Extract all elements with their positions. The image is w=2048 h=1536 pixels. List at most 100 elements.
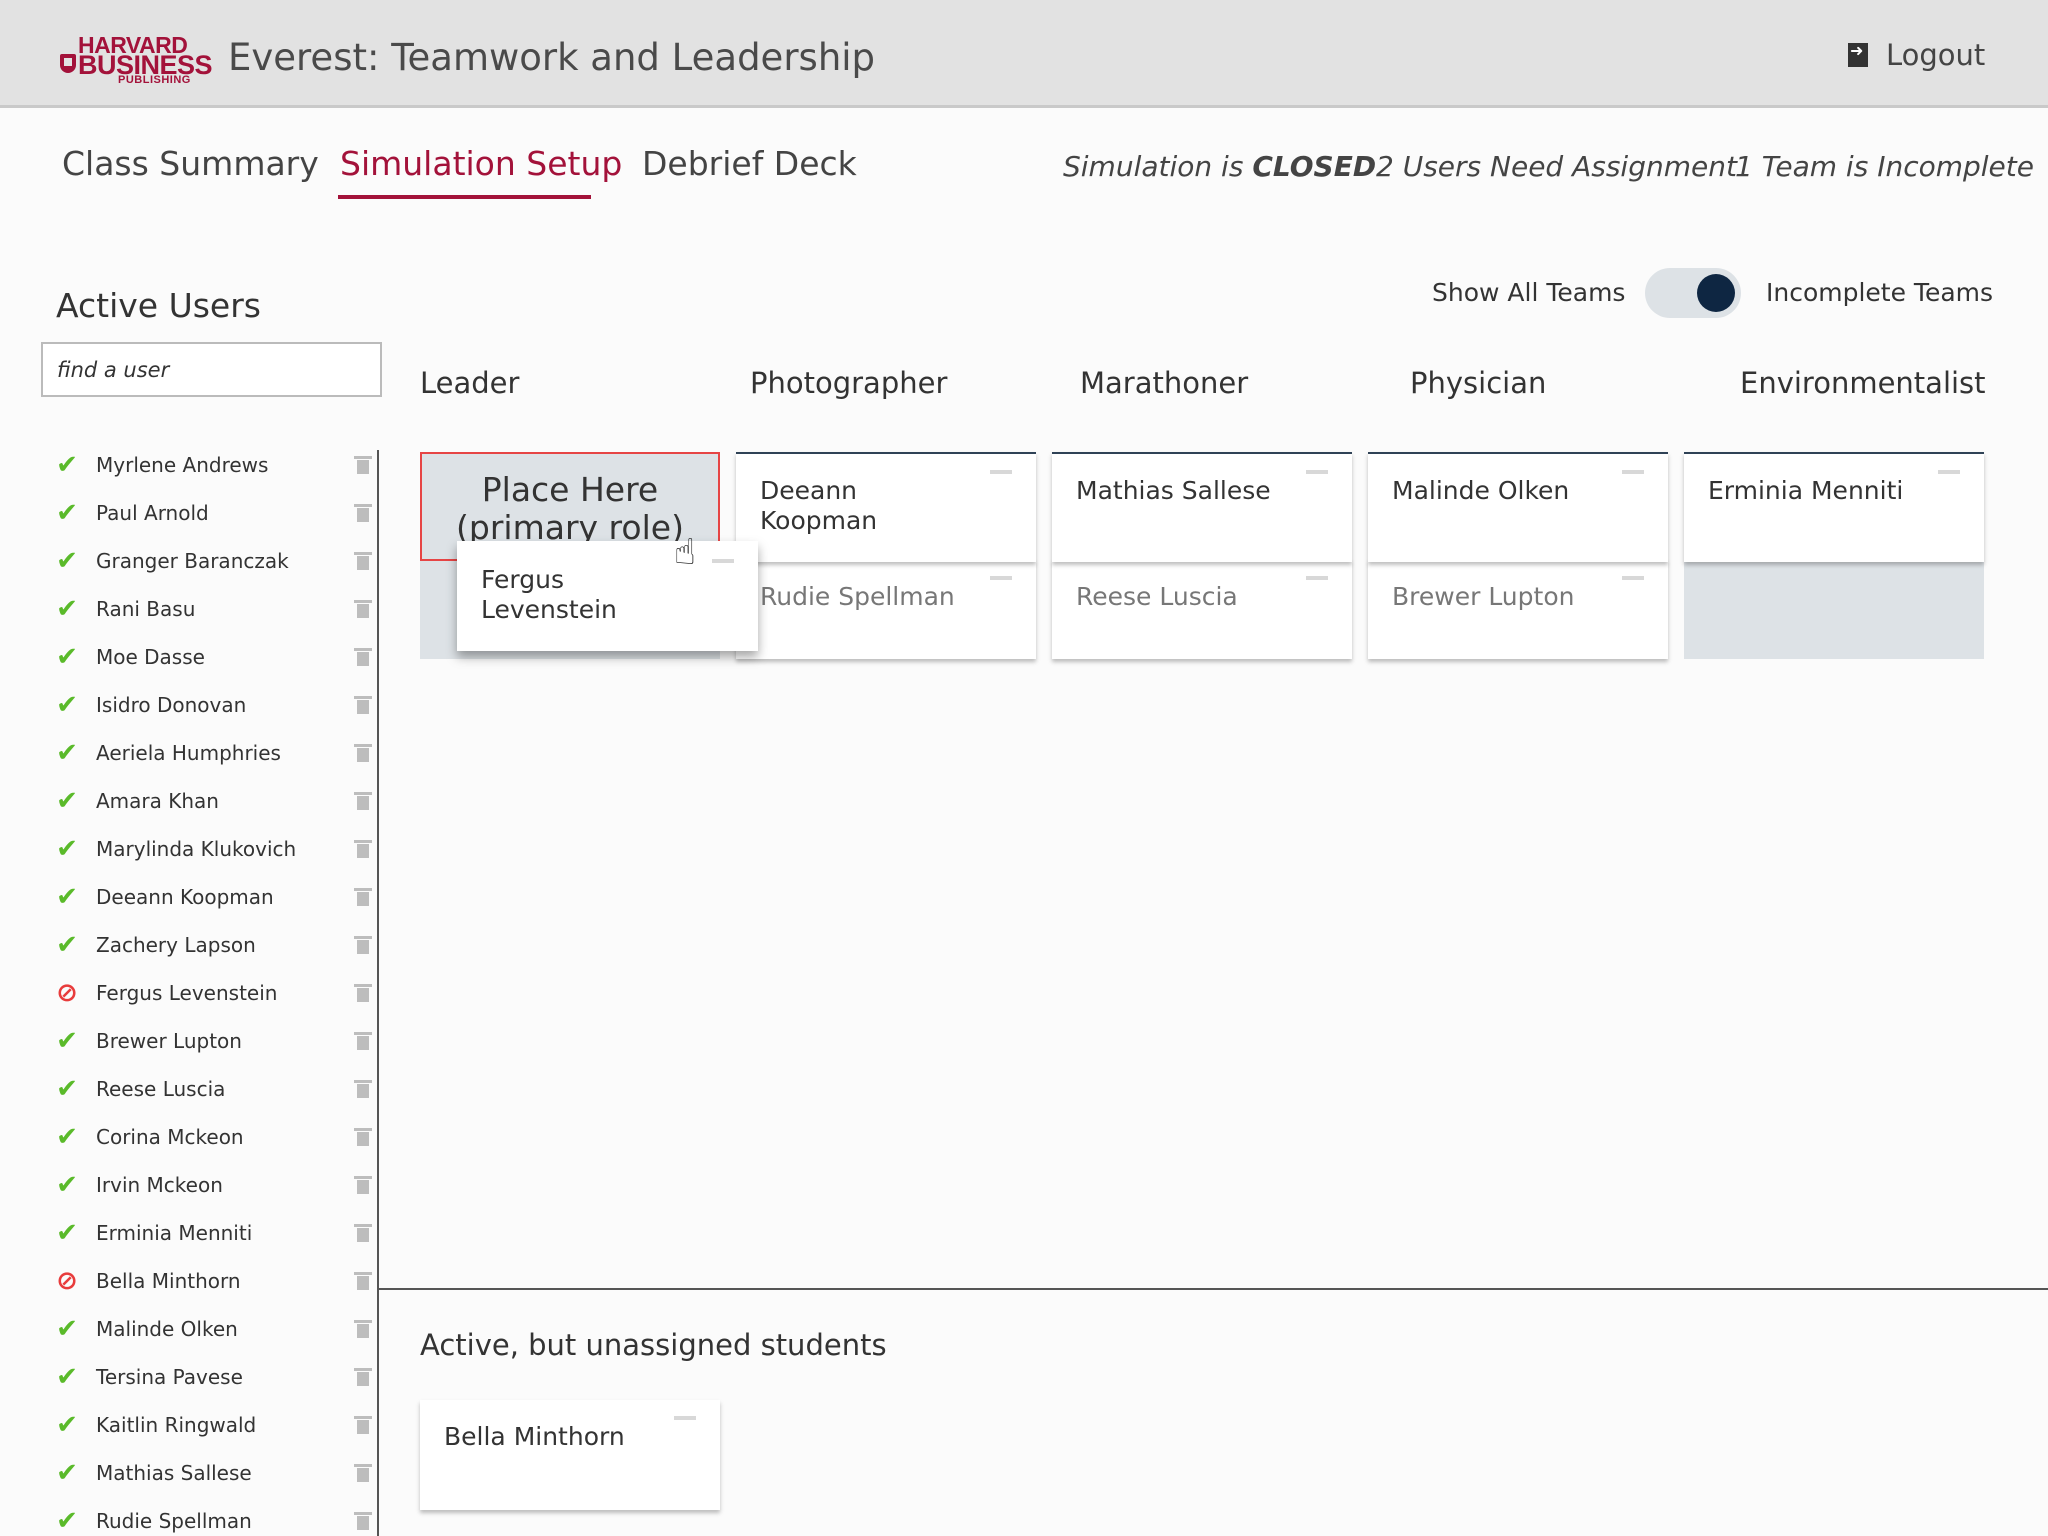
harvard-business-publishing-logo[interactable]: HARVARD BUSINESS PUBLISHING bbox=[60, 34, 213, 86]
user-name: Rudie Spellman bbox=[96, 1509, 252, 1533]
trash-icon[interactable] bbox=[354, 1080, 372, 1098]
user-list-item[interactable]: ✔ Paul Arnold bbox=[52, 493, 372, 533]
check-icon: ✔ bbox=[56, 786, 78, 816]
collapse-icon[interactable] bbox=[712, 559, 734, 563]
user-list-item[interactable]: ✔ Irvin Mckeon bbox=[52, 1165, 372, 1205]
user-list-item[interactable]: ✔ Rani Basu bbox=[52, 589, 372, 629]
user-list-item[interactable]: ✔ Zachery Lapson bbox=[52, 925, 372, 965]
trash-icon[interactable] bbox=[354, 1464, 372, 1482]
user-list-item[interactable]: ✔ Reese Luscia bbox=[52, 1069, 372, 1109]
team-incomplete-status[interactable]: 1 Team is Incomplete bbox=[1735, 150, 2034, 183]
collapse-icon[interactable] bbox=[990, 576, 1012, 580]
trash-icon[interactable] bbox=[354, 1224, 372, 1242]
trash-icon[interactable] bbox=[354, 1272, 372, 1290]
toggle-knob bbox=[1697, 274, 1735, 312]
trash-icon[interactable] bbox=[354, 792, 372, 810]
check-icon: ✔ bbox=[56, 450, 78, 480]
user-card[interactable]: Mathias Sallese bbox=[1052, 452, 1352, 562]
user-list-item[interactable]: ✔ Deeann Koopman bbox=[52, 877, 372, 917]
find-user-input[interactable] bbox=[41, 342, 382, 397]
show-all-teams-label: Show All Teams bbox=[1432, 278, 1626, 307]
trash-icon[interactable] bbox=[354, 600, 372, 618]
user-name: Aeriela Humphries bbox=[96, 741, 281, 765]
user-name: Brewer Lupton bbox=[96, 1029, 242, 1053]
simulation-status: Simulation is CLOSED bbox=[1063, 150, 1376, 183]
check-icon: ✔ bbox=[56, 1314, 78, 1344]
collapse-icon[interactable] bbox=[1938, 470, 1960, 474]
trash-icon[interactable] bbox=[354, 696, 372, 714]
role-header-leader: Leader bbox=[420, 366, 520, 400]
trash-icon[interactable] bbox=[354, 1032, 372, 1050]
user-card-name: Brewer Lupton bbox=[1392, 582, 1575, 611]
user-list-item[interactable]: ⊘ Fergus Levenstein bbox=[52, 973, 372, 1013]
trash-icon[interactable] bbox=[354, 984, 372, 1002]
trash-icon[interactable] bbox=[354, 936, 372, 954]
user-card[interactable]: Malinde Olken bbox=[1368, 452, 1668, 562]
trash-icon[interactable] bbox=[354, 1320, 372, 1338]
user-list-item[interactable]: ✔ Rudie Spellman bbox=[52, 1501, 372, 1536]
tab-debrief-deck[interactable]: Debrief Deck bbox=[642, 144, 857, 183]
trash-icon[interactable] bbox=[354, 840, 372, 858]
simulation-state: CLOSED bbox=[1252, 150, 1377, 183]
user-name: Myrlene Andrews bbox=[96, 453, 269, 477]
trash-icon[interactable] bbox=[354, 1416, 372, 1434]
user-list-item[interactable]: ✔ Corina Mckeon bbox=[52, 1117, 372, 1157]
user-list-item[interactable]: ✔ Isidro Donovan bbox=[52, 685, 372, 725]
user-list-item[interactable]: ⊘ Bella Minthorn bbox=[52, 1261, 372, 1301]
unassigned-user-card[interactable]: Bella Minthorn bbox=[420, 1400, 720, 1510]
trash-icon[interactable] bbox=[354, 504, 372, 522]
user-list-item[interactable]: ✔ Amara Khan bbox=[52, 781, 372, 821]
user-list-item[interactable]: ✔ Brewer Lupton bbox=[52, 1021, 372, 1061]
collapse-icon[interactable] bbox=[1622, 470, 1644, 474]
collapse-icon[interactable] bbox=[1306, 470, 1328, 474]
team-filter-toggle[interactable] bbox=[1645, 268, 1741, 318]
app-header: HARVARD BUSINESS PUBLISHING Everest: Tea… bbox=[0, 0, 2048, 108]
collapse-icon[interactable] bbox=[1622, 576, 1644, 580]
user-name: Malinde Olken bbox=[96, 1317, 238, 1341]
user-list-item[interactable]: ✔ Mathias Sallese bbox=[52, 1453, 372, 1493]
user-list-item[interactable]: ✔ Erminia Menniti bbox=[52, 1213, 372, 1253]
trash-icon[interactable] bbox=[354, 1512, 372, 1530]
user-list-item[interactable]: ✔ Tersina Pavese bbox=[52, 1357, 372, 1397]
user-list-item[interactable]: ✔ Malinde Olken bbox=[52, 1309, 372, 1349]
sidebar-divider bbox=[377, 450, 379, 1536]
user-card[interactable]: Deeann Koopman bbox=[736, 452, 1036, 562]
user-name: Erminia Menniti bbox=[96, 1221, 253, 1245]
trash-icon[interactable] bbox=[354, 648, 372, 666]
user-card-name: Rudie Spellman bbox=[760, 582, 955, 611]
user-card[interactable]: Rudie Spellman bbox=[736, 560, 1036, 659]
trash-icon[interactable] bbox=[354, 1368, 372, 1386]
collapse-icon[interactable] bbox=[674, 1416, 696, 1420]
user-list-item[interactable]: ✔ Myrlene Andrews bbox=[52, 445, 372, 485]
logout-button[interactable]: Logout bbox=[1848, 38, 1985, 72]
check-icon: ✔ bbox=[56, 594, 78, 624]
user-card[interactable]: Reese Luscia bbox=[1052, 560, 1352, 659]
collapse-icon[interactable] bbox=[1306, 576, 1328, 580]
user-card[interactable]: Erminia Menniti bbox=[1684, 452, 1984, 562]
active-tab-indicator bbox=[338, 195, 591, 199]
trash-icon[interactable] bbox=[354, 744, 372, 762]
user-list-item[interactable]: ✔ Marylinda Klukovich bbox=[52, 829, 372, 869]
users-need-assignment-status[interactable]: 2 Users Need Assignment bbox=[1376, 150, 1737, 183]
user-list-item[interactable]: ✔ Aeriela Humphries bbox=[52, 733, 372, 773]
check-icon: ✔ bbox=[56, 1218, 78, 1248]
trash-icon[interactable] bbox=[354, 456, 372, 474]
user-list-item[interactable]: ✔ Kaitlin Ringwald bbox=[52, 1405, 372, 1445]
user-card[interactable]: Brewer Lupton bbox=[1368, 560, 1668, 659]
user-list-item[interactable]: ✔ Moe Dasse bbox=[52, 637, 372, 677]
grab-cursor-icon: ☝ bbox=[674, 532, 696, 573]
trash-icon[interactable] bbox=[354, 1176, 372, 1194]
user-list-item[interactable]: ✔ Granger Baranczak bbox=[52, 541, 372, 581]
check-icon: ✔ bbox=[56, 1362, 78, 1392]
user-card-name: Mathias Sallese bbox=[1076, 476, 1271, 505]
tab-class-summary[interactable]: Class Summary bbox=[62, 144, 319, 183]
logout-label: Logout bbox=[1886, 38, 1986, 72]
collapse-icon[interactable] bbox=[990, 470, 1012, 474]
dragging-user-card[interactable]: Fergus Levenstein bbox=[457, 541, 758, 651]
role-header-environmentalist: Environmentalist bbox=[1740, 366, 1986, 400]
tab-simulation-setup[interactable]: Simulation Setup bbox=[340, 144, 622, 183]
trash-icon[interactable] bbox=[354, 552, 372, 570]
check-icon: ✔ bbox=[56, 1074, 78, 1104]
trash-icon[interactable] bbox=[354, 888, 372, 906]
trash-icon[interactable] bbox=[354, 1128, 372, 1146]
